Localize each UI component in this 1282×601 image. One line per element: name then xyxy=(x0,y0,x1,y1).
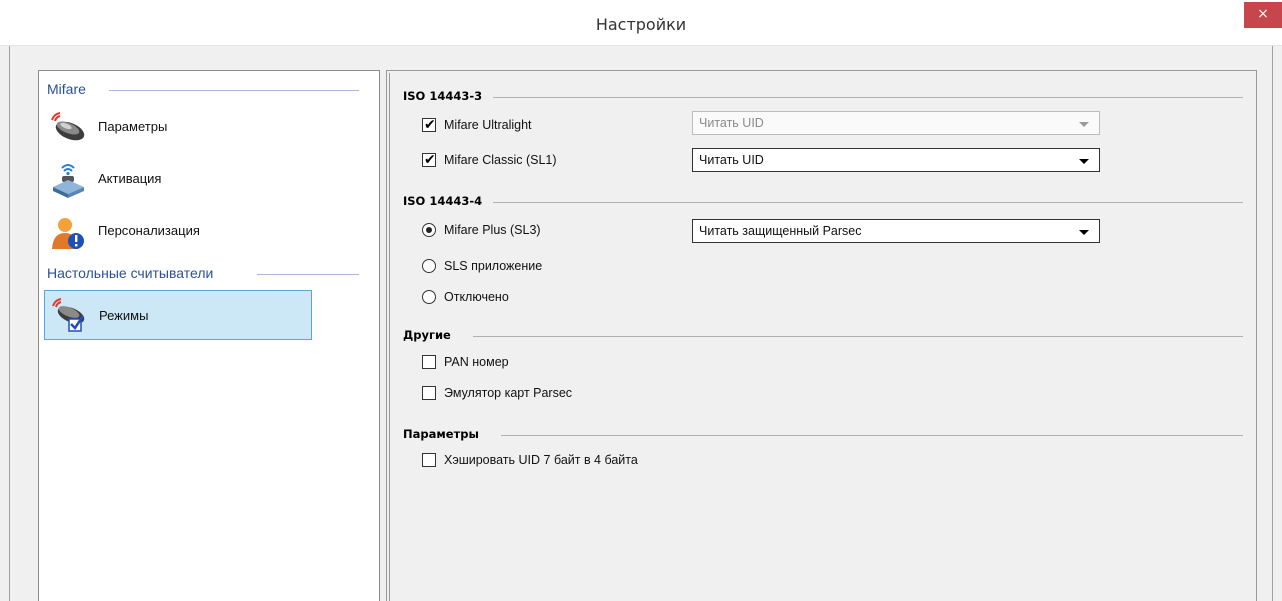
ultralight-label: Mifare Ultralight xyxy=(444,118,532,132)
ultralight-mode-value: Читать UID xyxy=(699,116,764,130)
group-divider xyxy=(257,274,359,275)
sidebar-item-parameters[interactable]: Параметры xyxy=(44,105,312,149)
sidebar-group-label: Настольные считыватели xyxy=(47,265,218,281)
section-parameters: Параметры xyxy=(403,427,1243,443)
radio-mifare-plus-row[interactable]: Mifare Plus (SL3) xyxy=(422,222,662,240)
hash-uid-checkbox[interactable] xyxy=(422,453,436,467)
chevron-down-icon xyxy=(1079,159,1089,164)
card-reader-icon xyxy=(51,112,85,141)
section-divider xyxy=(473,336,1243,337)
section-other: Другие xyxy=(403,328,1243,344)
classic-mode-value: Читать UID xyxy=(699,153,764,167)
close-button[interactable]: × xyxy=(1244,2,1282,28)
check-mark-icon: ✔ xyxy=(424,117,436,133)
sidebar-item-activation[interactable]: Активация xyxy=(44,157,312,201)
sidebar-group-desktop-readers: Настольные считыватели xyxy=(39,265,369,283)
sidebar-item-label: Активация xyxy=(98,171,162,186)
radio-sls-row[interactable]: SLS приложение xyxy=(422,258,662,276)
radio-sls[interactable] xyxy=(422,259,436,273)
sidebar-item-personalization[interactable]: Персонализация xyxy=(44,209,312,253)
radio-label: SLS приложение xyxy=(444,259,543,273)
close-icon: × xyxy=(1257,6,1269,22)
window-frame-right xyxy=(1272,46,1273,601)
ultralight-mode-select[interactable]: Читать UID xyxy=(692,111,1100,135)
group-divider xyxy=(109,90,359,91)
section-title: ISO 14443-4 xyxy=(403,194,489,208)
ultralight-checkbox[interactable]: ✔ xyxy=(422,117,436,133)
settings-window: Настройки × Mifare Параметры Активация П… xyxy=(0,0,1282,601)
mifare-plus-mode-select[interactable]: Читать защищенный Parsec xyxy=(692,219,1100,243)
section-title: Параметры xyxy=(403,427,485,441)
section-divider xyxy=(493,202,1243,203)
radio-selected-dot xyxy=(426,227,432,233)
sidebar-item-label: Режимы xyxy=(99,308,149,323)
radio-mifare-plus[interactable] xyxy=(422,223,436,237)
classic-mode-select[interactable]: Читать UID xyxy=(692,148,1100,172)
emulator-label: Эмулятор карт Parsec xyxy=(444,386,573,400)
radio-label: Mifare Plus (SL3) xyxy=(444,223,541,237)
sidebar-item-label: Персонализация xyxy=(98,223,200,238)
sidebar: Mifare Параметры Активация Персонализаци… xyxy=(38,70,380,601)
classic-checkbox[interactable]: ✔ xyxy=(422,152,436,168)
modes-icon xyxy=(52,298,85,332)
section-iso14443-4: ISO 14443-4 xyxy=(403,194,1243,210)
pan-checkbox-row[interactable]: PAN номер xyxy=(422,354,662,372)
classic-label: Mifare Classic (SL1) xyxy=(444,153,557,167)
sidebar-item-label: Параметры xyxy=(98,119,168,134)
chevron-down-icon xyxy=(1079,122,1089,127)
sidebar-group-mifare: Mifare xyxy=(39,81,369,99)
emulator-checkbox-row[interactable]: Эмулятор карт Parsec xyxy=(422,385,682,403)
hash-uid-checkbox-row[interactable]: Хэшировать UID 7 байт в 4 байта xyxy=(422,452,722,470)
check-mark-icon: ✔ xyxy=(424,152,436,168)
classic-checkbox-row[interactable]: ✔ Mifare Classic (SL1) xyxy=(422,152,662,170)
title-bar: Настройки × xyxy=(0,0,1282,46)
sidebar-item-modes[interactable]: Режимы xyxy=(44,290,312,340)
section-title: ISO 14443-3 xyxy=(403,89,489,103)
radio-disabled[interactable] xyxy=(422,290,436,304)
pan-checkbox[interactable] xyxy=(422,355,436,369)
mifare-plus-mode-value: Читать защищенный Parsec xyxy=(699,224,862,238)
hash-uid-label: Хэшировать UID 7 байт в 4 байта xyxy=(444,453,638,467)
user-info-icon xyxy=(52,218,84,249)
radio-label: Отключено xyxy=(444,290,509,304)
radio-disabled-row[interactable]: Отключено xyxy=(422,289,662,307)
ultralight-checkbox-row[interactable]: ✔ Mifare Ultralight xyxy=(422,117,662,135)
section-title: Другие xyxy=(403,328,457,342)
activation-icon xyxy=(53,164,84,198)
section-divider xyxy=(493,97,1243,98)
window-frame-left xyxy=(9,46,10,601)
section-divider xyxy=(501,435,1243,436)
emulator-checkbox[interactable] xyxy=(422,386,436,400)
sidebar-group-label: Mifare xyxy=(47,81,90,97)
pan-label: PAN номер xyxy=(444,355,509,369)
panel-inner-edge xyxy=(389,73,390,601)
section-iso14443-3: ISO 14443-3 xyxy=(403,89,1243,105)
window-title: Настройки xyxy=(595,15,687,34)
chevron-down-icon xyxy=(1079,230,1089,235)
